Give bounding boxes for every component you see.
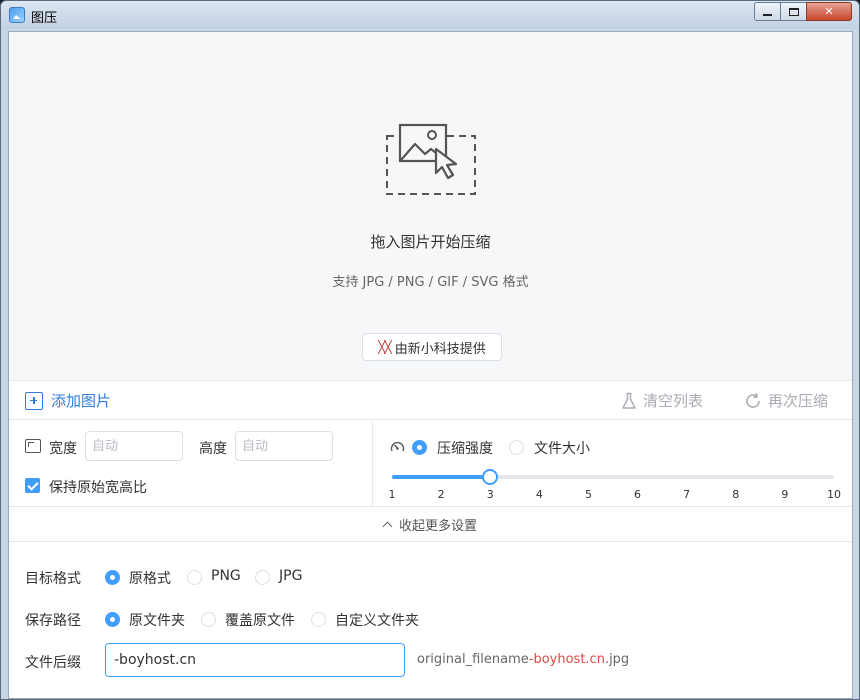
gauge-icon [390, 441, 405, 452]
slider-tick-label: 4 [535, 488, 543, 501]
drop-zone-title: 拖入图片开始压缩 [370, 233, 491, 251]
save-path-label: 保存路径 [25, 613, 81, 629]
file-suffix-input[interactable] [105, 643, 405, 677]
path-option-overwrite: 覆盖原文件 [225, 613, 295, 629]
keep-ratio-label: 保持原始宽高比 [49, 480, 147, 496]
add-images-label: 添加图片 [51, 392, 112, 410]
preview-suffix: -boyhost.cn [528, 652, 605, 667]
title-bar[interactable]: 图压 ✕ [1, 1, 859, 29]
format-original-radio[interactable] [105, 570, 120, 585]
keep-ratio-checkbox[interactable] [25, 478, 40, 493]
file-suffix-label: 文件后缀 [25, 655, 81, 671]
recompress-button[interactable]: 再次压缩 [744, 390, 828, 411]
path-option-custom-folder: 自定义文件夹 [335, 613, 419, 629]
slider-tick-label: 3 [486, 488, 494, 501]
preview-extension: .jpg [604, 652, 630, 667]
path-custom-folder-radio[interactable] [311, 612, 326, 627]
path-overwrite-radio[interactable] [201, 612, 216, 627]
maximize-icon [788, 7, 799, 16]
slider-tick-label: 7 [683, 488, 691, 501]
add-icon [25, 391, 43, 410]
company-logo-icon: ╳╳ [378, 340, 391, 354]
refresh-icon [746, 392, 760, 408]
format-png-radio[interactable] [187, 570, 202, 585]
format-option-jpg: JPG [279, 568, 303, 584]
minimize-button[interactable] [754, 2, 781, 21]
recompress-label: 再次压缩 [768, 392, 829, 410]
app-window: 图压 ✕ 拖入图片开始压缩 支持 JPG / PNG / GIF / SVG 格… [0, 0, 860, 700]
path-original-folder-radio[interactable] [105, 612, 120, 627]
flask-icon [622, 392, 636, 409]
close-button[interactable]: ✕ [806, 2, 852, 21]
filename-preview: original_filename-boyhost.cn.jpg [417, 652, 629, 667]
clear-list-label: 清空列表 [643, 392, 704, 410]
height-input[interactable] [235, 431, 333, 461]
window-title: 图压 [31, 11, 58, 26]
slider-tick-label: 10 [827, 488, 841, 501]
slider-tick-label: 8 [732, 488, 740, 501]
collapse-label: 收起更多设置 [398, 519, 477, 534]
target-format-label: 目标格式 [25, 571, 81, 587]
collapse-settings-toggle[interactable]: 收起更多设置 [9, 508, 852, 542]
credit-label: 由新小科技提供 [394, 341, 486, 357]
width-input[interactable] [85, 431, 183, 461]
close-icon: ✕ [824, 5, 834, 18]
format-jpg-radio[interactable] [255, 570, 270, 585]
credit-button[interactable]: ╳╳ 由新小科技提供 [362, 333, 502, 361]
format-option-png: PNG [211, 568, 241, 584]
path-option-original-folder: 原文件夹 [129, 613, 185, 629]
preview-filename: original_filename [417, 652, 529, 667]
resize-icon [25, 439, 41, 453]
drop-zone[interactable]: 拖入图片开始压缩 支持 JPG / PNG / GIF / SVG 格式 ╳╳ … [9, 32, 852, 381]
image-drop-icon [386, 123, 476, 195]
mode-strength-label: 压缩强度 [437, 441, 493, 457]
slider-tick-label: 2 [437, 488, 445, 501]
slider-tick-label: 5 [584, 488, 592, 501]
app-logo-icon [9, 7, 25, 23]
mode-size-label: 文件大小 [534, 441, 590, 457]
format-option-original: 原格式 [129, 571, 171, 587]
chevron-up-icon [382, 521, 393, 532]
supported-formats-text: 支持 JPG / PNG / GIF / SVG 格式 [332, 275, 529, 290]
slider-tick-label: 9 [781, 488, 789, 501]
add-images-button[interactable]: 添加图片 [25, 390, 111, 411]
slider-fill [392, 475, 491, 479]
clear-list-button[interactable]: 清空列表 [621, 390, 703, 411]
maximize-button[interactable] [780, 2, 807, 21]
slider-tick-label: 6 [634, 488, 642, 501]
minimize-icon [763, 14, 772, 16]
mode-strength-radio[interactable] [412, 440, 427, 455]
main-content: 拖入图片开始压缩 支持 JPG / PNG / GIF / SVG 格式 ╳╳ … [8, 31, 853, 699]
slider-tick-label: 1 [388, 488, 396, 501]
mode-size-radio[interactable] [509, 440, 524, 455]
toolbar: 添加图片 清空列表 再次压缩 [9, 382, 852, 420]
compression-slider[interactable] [392, 469, 834, 485]
width-label: 宽度 [49, 441, 77, 457]
settings-divider [372, 421, 373, 507]
height-label: 高度 [199, 441, 227, 457]
